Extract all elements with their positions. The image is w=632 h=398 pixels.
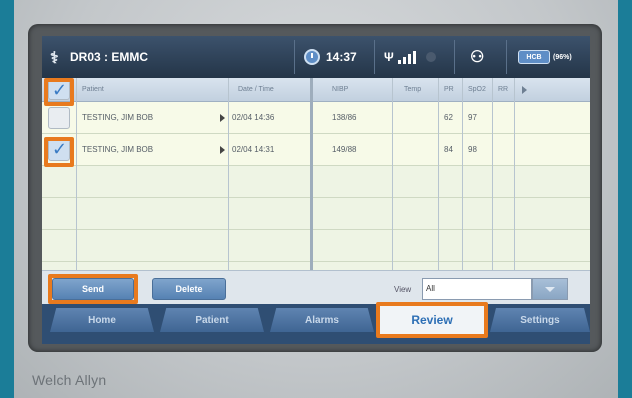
view-label: View [394,285,412,294]
highlight-review-tab [376,302,488,338]
table-header: Patient Date / Time NIBP Temp PR SpO2 RR [42,78,590,102]
row-expand-icon[interactable] [220,114,225,122]
column-divider [438,78,439,270]
signal-strength-icon [397,50,416,64]
table-row-empty [42,166,590,198]
row-checkbox[interactable] [48,107,70,129]
battery-group: HCB (96%) [518,36,572,78]
status-bar: ⚕ DR03 : EMMC 14:37 Ψ ⚇ HCB (96%) [42,36,590,78]
col-header-patient[interactable]: Patient [82,78,104,102]
col-header-temp: Temp [404,86,422,93]
nav-tabs: Home Patient Alarms Review Settings [42,304,590,344]
row-nibp: 138/86 [332,113,357,122]
col-header-spo2: SpO2 [468,86,486,93]
column-divider [310,78,313,270]
column-divider [462,78,463,270]
row-spo2: 98 [468,145,477,154]
column-divider [492,78,493,270]
review-table: Patient Date / Time NIBP Temp PR SpO2 RR… [42,78,590,270]
row-pr: 62 [444,113,453,122]
row-expand-icon[interactable] [220,146,225,154]
row-spo2: 97 [468,113,477,122]
device-screen: ⚕ DR03 : EMMC 14:37 Ψ ⚇ HCB (96%) Patien… [42,36,590,344]
col-header-pr: PR [444,86,454,93]
caduceus-icon: ⚕ [50,50,59,67]
table-row[interactable]: TESTING, JIM BOB 02/04 14:36 138/86 62 9… [42,102,590,134]
clock-icon [304,49,320,65]
scroll-right-icon[interactable] [522,86,527,94]
tab-home[interactable]: Home [50,308,154,332]
status-divider [374,40,375,74]
connection-indicator-icon [425,52,436,62]
column-divider [76,78,77,270]
highlight-row-checkbox [44,137,74,167]
row-datetime: 02/04 14:31 [232,145,275,154]
col-header-nibp: NIBP [332,86,349,93]
row-datetime: 02/04 14:36 [232,113,275,122]
row-nibp: 149/88 [332,145,357,154]
col-header-datetime[interactable]: Date / Time [238,78,274,102]
patient-name: TESTING, JIM BOB [82,145,154,154]
tab-alarms[interactable]: Alarms [270,308,374,332]
clock-group: 14:37 [304,36,357,78]
highlight-send-button [48,274,138,304]
column-divider [228,78,229,270]
patient-name: TESTING, JIM BOB [82,113,154,122]
status-divider [294,40,295,74]
delete-button[interactable]: Delete [152,278,226,300]
signal-group: Ψ [384,36,436,78]
table-row-empty [42,198,590,230]
row-pr: 84 [444,145,453,154]
tab-patient[interactable]: Patient [160,308,264,332]
battery-icon: HCB [518,50,550,64]
view-dropdown-button[interactable] [532,278,568,300]
col-header-rr: RR [498,86,509,93]
table-row-empty [42,262,590,270]
view-select[interactable]: All [422,278,532,300]
antenna-icon: Ψ [384,50,394,64]
table-row-empty [42,230,590,262]
table-row[interactable]: TESTING, JIM BOB 02/04 14:31 149/88 84 9… [42,134,590,166]
clock-time: 14:37 [326,50,357,64]
status-divider [506,40,507,74]
manufacturer-logo: Welch Allyn [32,372,107,388]
users-icon[interactable]: ⚇ [470,36,484,78]
device-name: DR03 : EMMC [70,50,149,64]
highlight-select-all [44,78,74,106]
column-divider [514,78,515,270]
tab-settings[interactable]: Settings [490,308,590,332]
status-divider [454,40,455,74]
battery-percent: (96%) [553,53,572,61]
column-divider [392,78,393,270]
chevron-down-icon [545,286,555,292]
